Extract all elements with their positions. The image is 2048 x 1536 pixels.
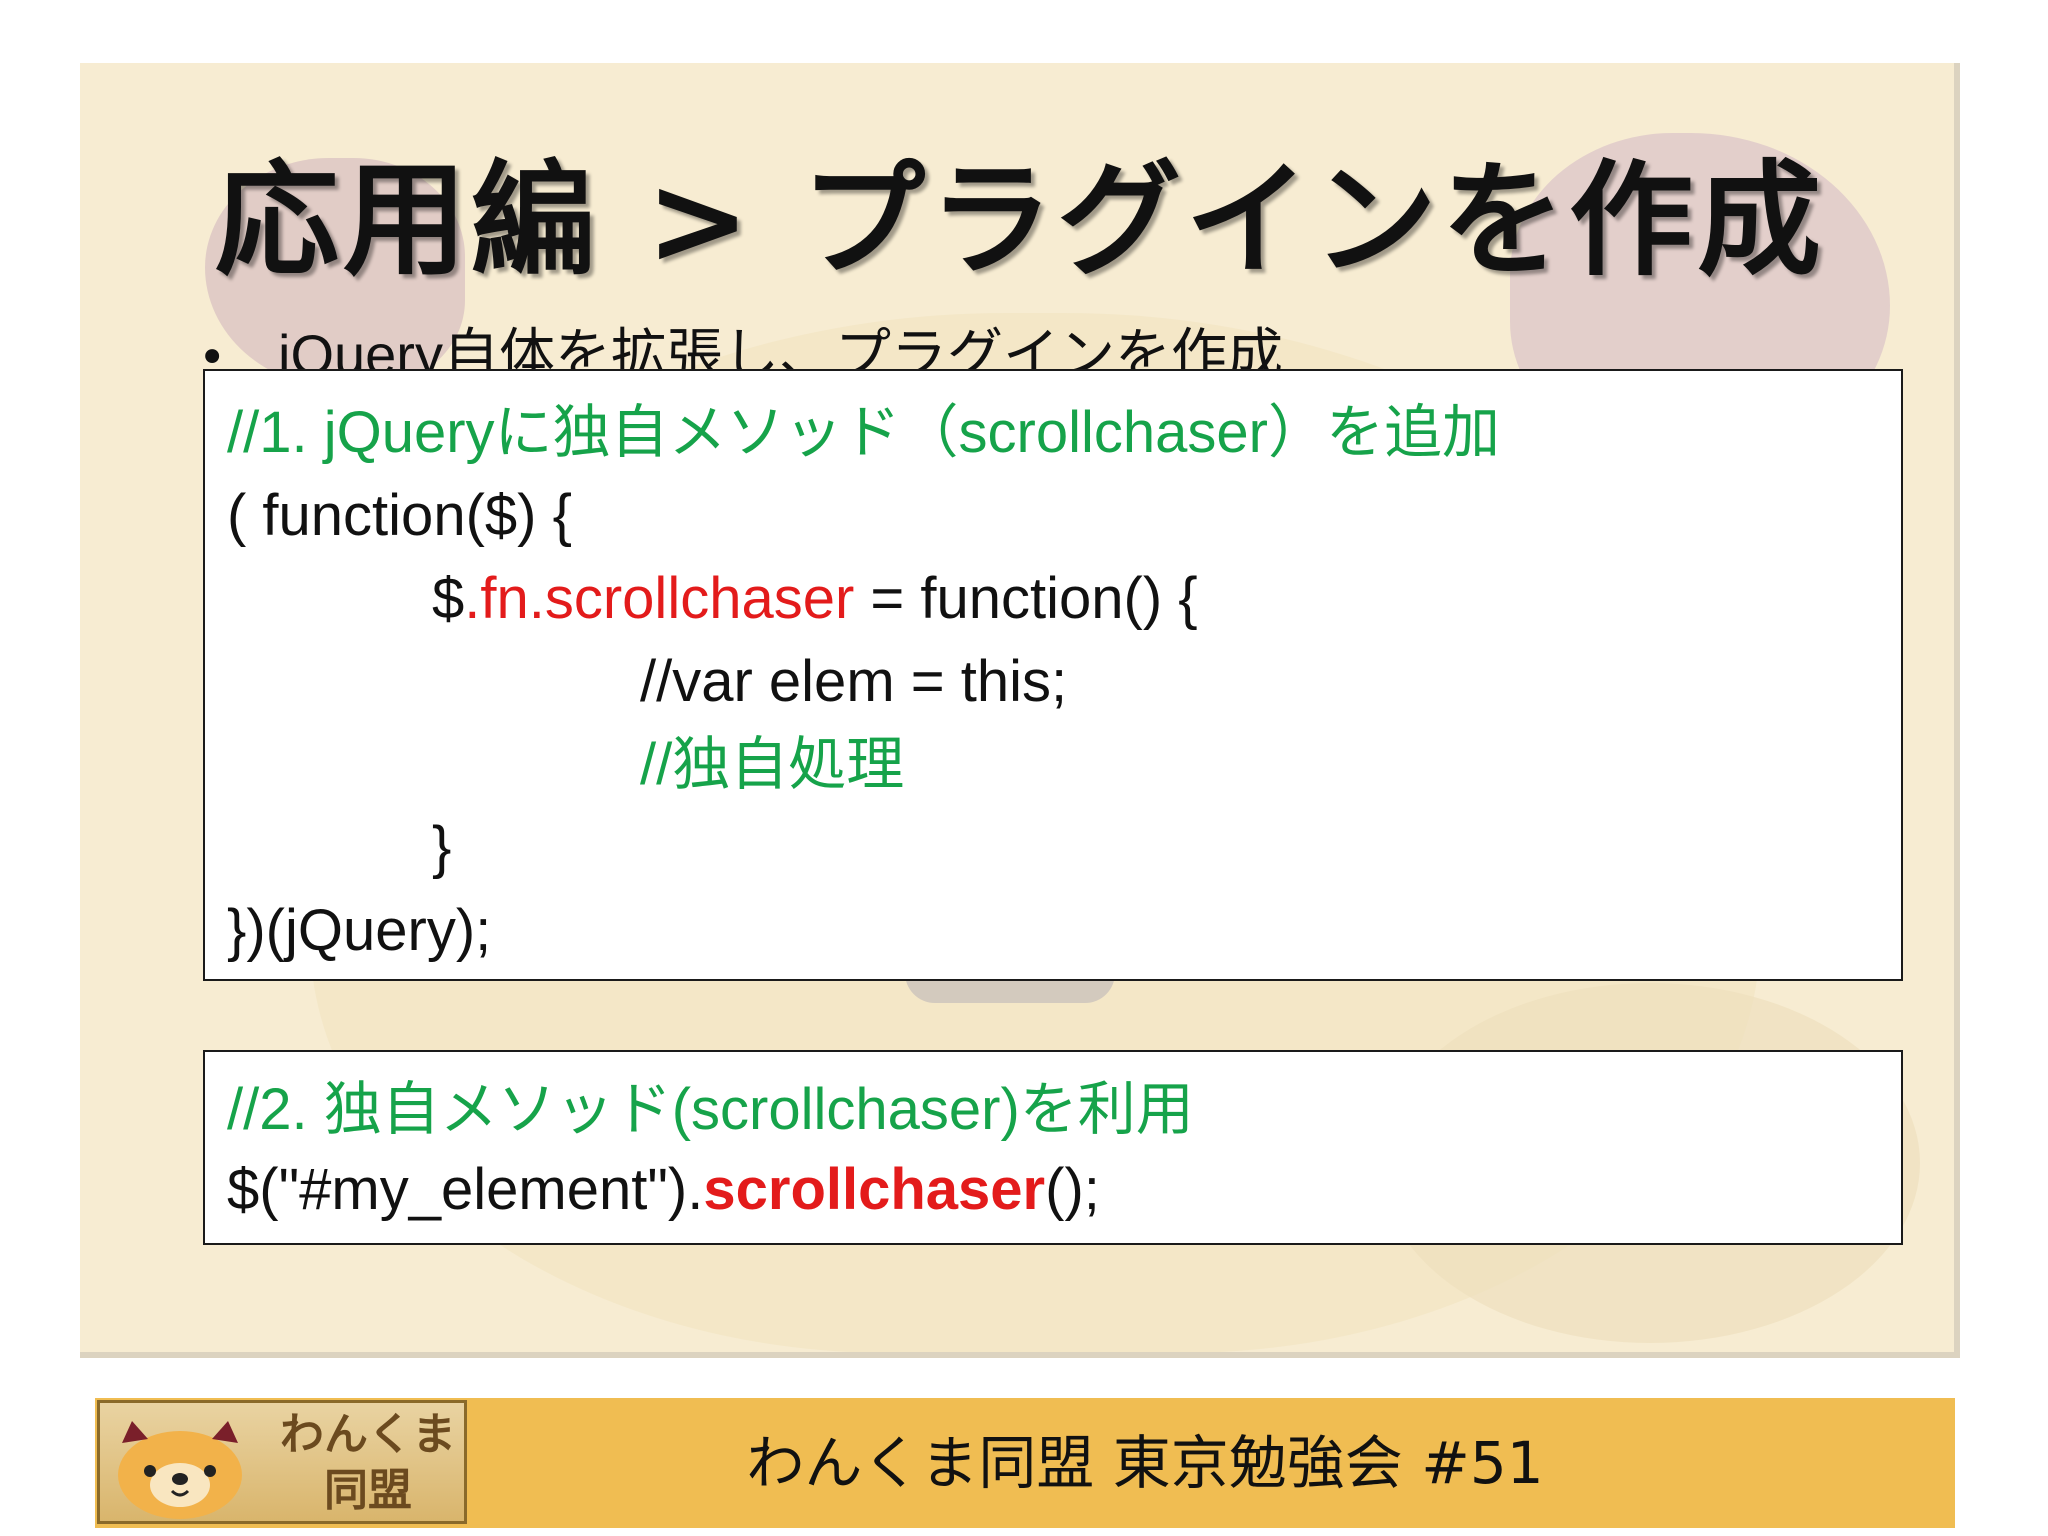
slide: 応用編 > プラグインを作成 • jQuery自体を拡張し、プラグインを作成 //… <box>80 63 1960 1358</box>
code-line: $("#my_element").scrollchaser(); <box>227 1150 1879 1230</box>
slide-title: 応用編 > プラグインを作成 <box>214 149 1826 293</box>
code-token-highlight: .fn.scrollchaser <box>464 566 855 631</box>
code-comment: //2. 独自メソッド(scrollchaser)を利用 <box>227 1077 1194 1142</box>
code-token: (); <box>1045 1157 1100 1222</box>
code-line: ( function($) { <box>227 483 572 548</box>
footer-bar: わんくま 同盟 わんくま同盟 東京勉強会 #51 <box>95 1398 1955 1528</box>
code-line: } <box>432 815 452 880</box>
code-token: $ <box>432 566 465 631</box>
code-comment: //1. jQueryに独自メソッド（scrollchaser）を追加 <box>227 400 1500 465</box>
logo-text: わんくま 同盟 <box>278 1407 458 1519</box>
code-block-use-plugin: //2. 独自メソッド(scrollchaser)を利用 $("#my_elem… <box>203 1050 1903 1245</box>
code-token: $("#my_element"). <box>227 1157 704 1222</box>
logo-text-bottom: 同盟 <box>324 1465 412 1516</box>
code-comment: //独自処理 <box>640 732 905 797</box>
code-line: //var elem = this; <box>640 649 1068 714</box>
code-block-define-plugin: //1. jQueryに独自メソッド（scrollchaser）を追加 ( fu… <box>203 369 1903 981</box>
code-token: = function() { <box>854 566 1198 631</box>
code-token-highlight: scrollchaser <box>703 1157 1046 1222</box>
code-line: })(jQuery); <box>227 898 492 963</box>
wankuma-logo: わんくま 同盟 <box>97 1400 467 1524</box>
logo-text-top: わんくま <box>280 1409 456 1460</box>
bear-icon <box>118 1421 242 1519</box>
footer-text: わんくま同盟 東京勉強会 #51 <box>746 1429 1544 1497</box>
code-line: $.fn.scrollchaser = function() { <box>227 557 1879 640</box>
